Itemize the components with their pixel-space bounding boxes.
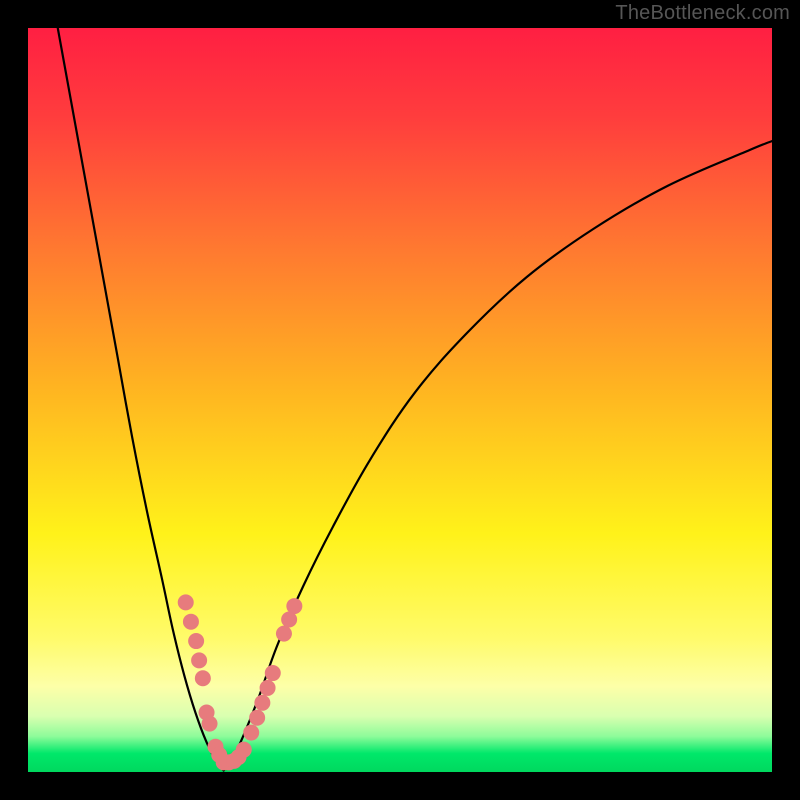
data-marker <box>243 725 259 741</box>
data-marker <box>249 710 265 726</box>
data-marker <box>260 680 276 696</box>
watermark-label: TheBottleneck.com <box>615 2 790 25</box>
data-marker <box>191 652 207 668</box>
plot-area <box>28 28 772 772</box>
data-marker <box>195 670 211 686</box>
data-marker <box>183 614 199 630</box>
data-markers <box>178 594 303 770</box>
data-marker <box>178 594 194 610</box>
curve-right-branch <box>224 141 772 770</box>
outer-frame: TheBottleneck.com <box>0 0 800 800</box>
data-marker <box>254 695 270 711</box>
data-marker <box>188 633 204 649</box>
data-marker <box>286 598 302 614</box>
data-marker <box>202 716 218 732</box>
data-marker <box>236 742 252 758</box>
data-marker <box>265 665 281 681</box>
data-marker <box>276 626 292 642</box>
chart-svg <box>28 28 772 772</box>
